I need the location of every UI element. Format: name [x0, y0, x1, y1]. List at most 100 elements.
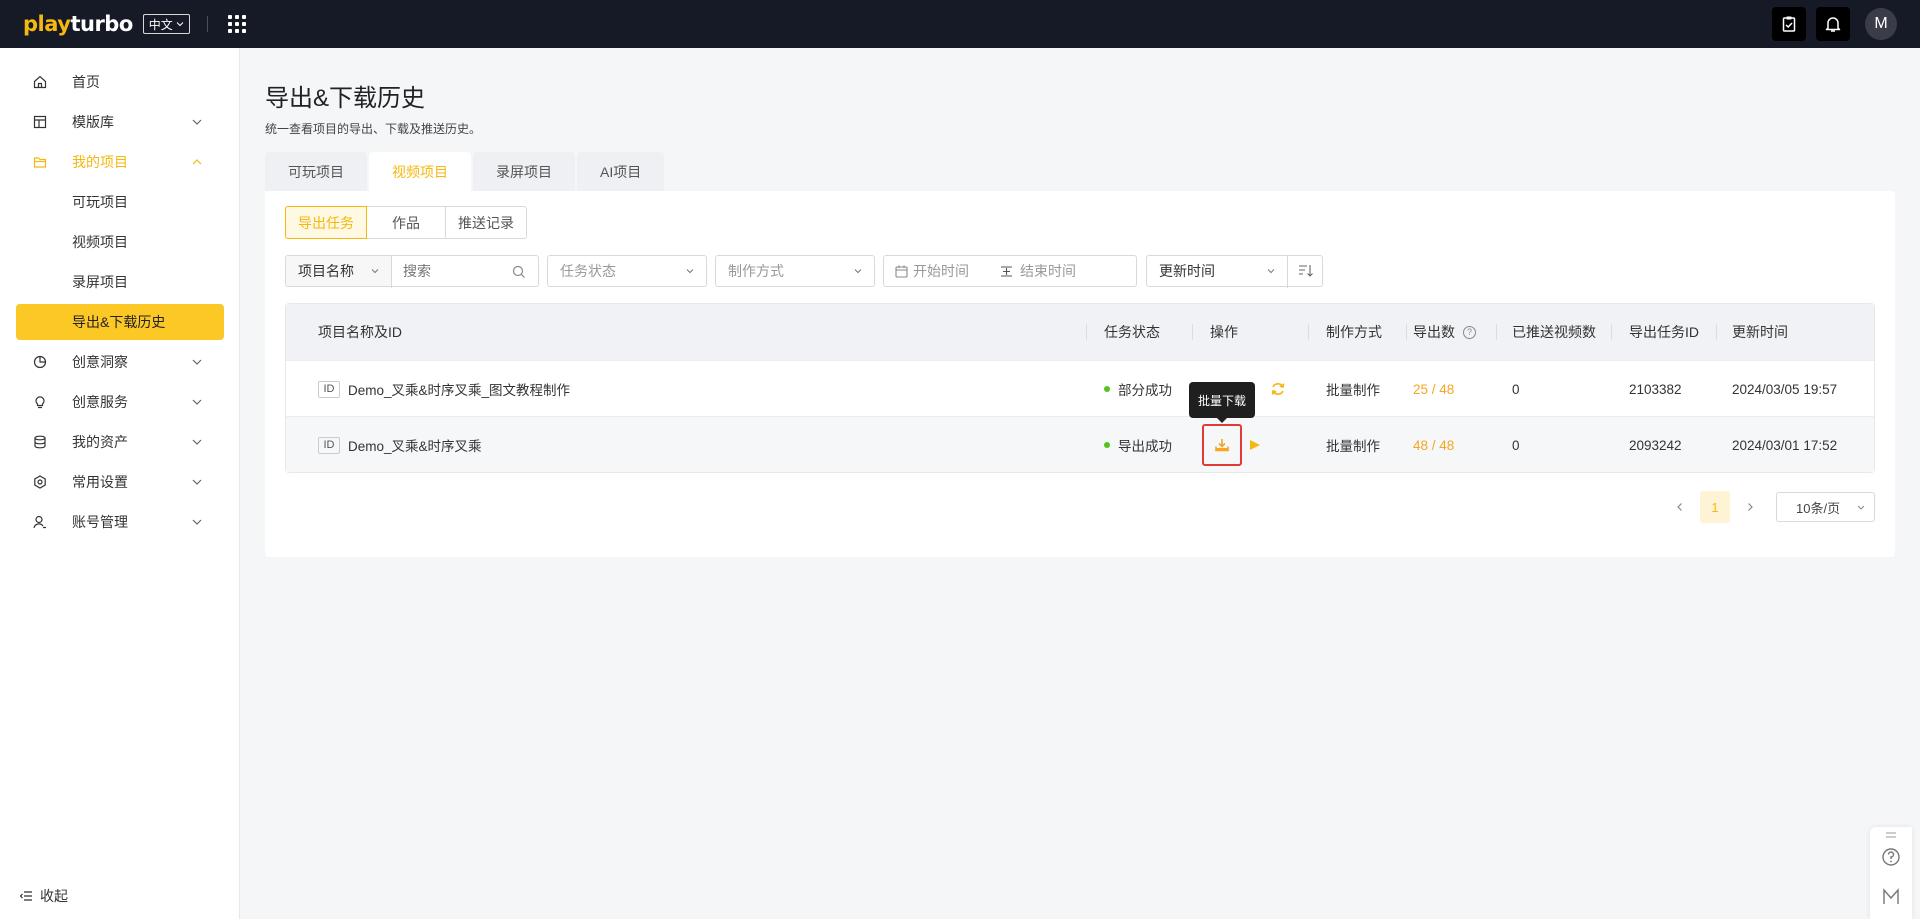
- sidebar-item-my-assets[interactable]: 我的资产: [16, 424, 224, 460]
- sort-field-label: 更新时间: [1159, 263, 1215, 279]
- project-name-cell: ID Demo_叉乘&时序叉乘: [318, 417, 482, 473]
- page-number[interactable]: 1: [1700, 491, 1730, 523]
- sidebar-item-creative-services[interactable]: 创意服务: [16, 384, 224, 420]
- chevron-down-icon: [1857, 505, 1865, 510]
- sidebar-item-template-library[interactable]: 模版库: [16, 104, 224, 140]
- sidebar-item-label: 首页: [72, 74, 100, 90]
- range-separator-icon: [1001, 266, 1012, 277]
- project-name: Demo_叉乘&时序叉乘_图文教程制作: [348, 383, 571, 398]
- updated-time: 2024/03/05 19:57: [1732, 381, 1838, 397]
- sidebar-item-video-projects[interactable]: 视频项目: [16, 224, 224, 260]
- help-circle-icon[interactable]: ?: [1463, 325, 1476, 339]
- production-method: 批量制作: [1326, 383, 1380, 398]
- collapse-label: 收起: [40, 888, 68, 904]
- page-title: 导出&下载历史: [265, 85, 426, 112]
- user-icon: [33, 515, 46, 529]
- sort-order-icon[interactable]: [1298, 264, 1313, 278]
- sidebar-item-label: 导出&下载历史: [72, 314, 166, 330]
- sort-group: 更新时间: [1146, 255, 1323, 288]
- sort-field-select[interactable]: 更新时间: [1147, 256, 1287, 286]
- sidebar-item-recording-projects[interactable]: 录屏项目: [16, 264, 224, 300]
- chevron-up-icon: [192, 159, 202, 165]
- sidebar-item-home[interactable]: 首页: [16, 64, 224, 100]
- search-icon[interactable]: [512, 265, 526, 279]
- push-play-icon[interactable]: [1248, 438, 1262, 452]
- tab-video[interactable]: 视频项目: [369, 152, 471, 192]
- task-status-select[interactable]: 任务状态: [547, 255, 707, 287]
- task-status-cell: 导出成功: [1104, 417, 1172, 473]
- download-icon: [1215, 439, 1229, 452]
- topbar-divider: [206, 16, 208, 32]
- search-field-select[interactable]: 项目名称: [286, 256, 391, 286]
- next-page-button[interactable]: [1736, 491, 1764, 523]
- chevron-down-icon: [192, 439, 202, 445]
- task-clipboard-button[interactable]: [1772, 7, 1806, 41]
- sidebar-item-label: 常用设置: [72, 474, 128, 490]
- chevron-down-icon: [192, 479, 202, 485]
- id-tag[interactable]: ID: [318, 436, 340, 454]
- page-size-select[interactable]: 10条/页: [1776, 492, 1875, 522]
- sidebar-item-label: 创意服务: [72, 394, 128, 410]
- apps-grid-icon[interactable]: [227, 15, 246, 33]
- batch-download-tooltip: 批量下载: [1189, 382, 1256, 423]
- sidebar-item-export-history[interactable]: 导出&下载历史: [16, 304, 224, 340]
- sidebar-item-my-projects[interactable]: 我的项目: [16, 144, 224, 180]
- export-task-id: 2093242: [1629, 437, 1682, 453]
- sidebar-collapse-button[interactable]: 收起: [20, 886, 68, 906]
- page-size-label: 10条/页: [1796, 500, 1841, 516]
- playturbo-logo[interactable]: playturbo: [23, 12, 133, 36]
- subtab-export-tasks[interactable]: 导出任务: [285, 206, 367, 239]
- col-header-action: 操作: [1210, 324, 1238, 340]
- date-range-picker[interactable]: 开始时间 结束时间: [883, 255, 1137, 287]
- export-count[interactable]: 48 / 48: [1413, 417, 1454, 473]
- lightbulb-icon: [35, 396, 45, 409]
- calendar-icon: [895, 265, 908, 278]
- top-bar: playturbo 中文 M: [0, 0, 1920, 48]
- chevron-down-icon: [686, 269, 694, 274]
- status-dot: [1104, 386, 1110, 392]
- sidebar-item-settings[interactable]: 常用设置: [16, 464, 224, 500]
- sidebar-item-creative-insights[interactable]: 创意洞察: [16, 344, 224, 380]
- production-method-select[interactable]: 制作方式: [715, 255, 875, 287]
- table-row[interactable]: ID Demo_叉乘&时序叉乘_图文教程制作 部分成功 批量制作 25 / 48…: [286, 360, 1874, 416]
- project-type-tabs: 可玩项目 视频项目 录屏项目 AI项目: [265, 152, 666, 192]
- task-status: 部分成功: [1118, 383, 1172, 398]
- search-input[interactable]: [403, 262, 503, 280]
- template-icon: [33, 115, 47, 129]
- prev-page-button[interactable]: [1666, 491, 1694, 523]
- language-select[interactable]: 中文: [142, 14, 190, 34]
- pie-chart-icon: [33, 355, 47, 369]
- sidebar-item-label: 我的资产: [72, 434, 128, 450]
- id-tag[interactable]: ID: [318, 380, 340, 398]
- refresh-icon[interactable]: [1270, 381, 1286, 397]
- chevron-down-icon: [192, 359, 202, 365]
- table-row[interactable]: ID Demo_叉乘&时序叉乘 导出成功 批量制作 48 / 48 0 2093…: [286, 416, 1874, 472]
- start-date-placeholder: 开始时间: [913, 263, 969, 279]
- user-avatar[interactable]: M: [1865, 8, 1897, 40]
- tab-recording[interactable]: 录屏项目: [473, 152, 575, 192]
- floating-helper: [1870, 827, 1912, 919]
- status-dot: [1104, 442, 1110, 448]
- search-field-label: 项目名称: [298, 263, 354, 279]
- subtab-works[interactable]: 作品: [366, 206, 446, 239]
- batch-download-button[interactable]: [1202, 424, 1242, 466]
- sidebar-item-account[interactable]: 账号管理: [16, 504, 224, 540]
- search-group: 项目名称: [285, 255, 539, 288]
- tab-ai[interactable]: AI项目: [577, 152, 665, 192]
- tab-playable[interactable]: 可玩项目: [265, 152, 367, 192]
- chevron-down-icon: [176, 22, 184, 27]
- column-divider: [1496, 324, 1497, 340]
- subtab-push-records[interactable]: 推送记录: [445, 206, 527, 239]
- language-label: 中文: [148, 17, 173, 32]
- chevron-down-icon: [192, 399, 202, 405]
- m-logo-icon[interactable]: [1882, 888, 1900, 906]
- logo-text-turbo: turbo: [70, 12, 133, 36]
- action-cell: [1270, 361, 1286, 417]
- end-date-placeholder: 结束时间: [1020, 263, 1076, 279]
- sidebar-item-playable-projects[interactable]: 可玩项目: [16, 184, 224, 220]
- drag-handle-icon[interactable]: [1885, 831, 1897, 839]
- export-count[interactable]: 25 / 48: [1413, 361, 1454, 417]
- help-circle-icon[interactable]: [1881, 847, 1901, 867]
- notification-button[interactable]: [1816, 7, 1850, 41]
- task-status-placeholder: 任务状态: [560, 263, 616, 279]
